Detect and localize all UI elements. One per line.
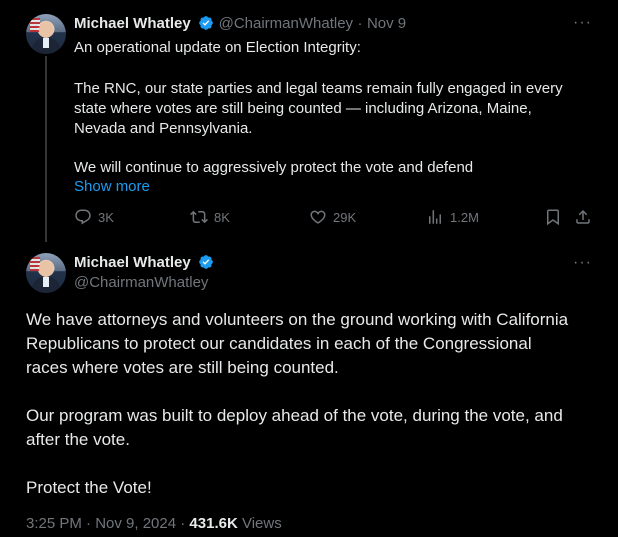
avatar[interactable] xyxy=(26,253,66,293)
share-button[interactable] xyxy=(574,208,598,226)
author-handle[interactable]: @ChairmanWhatley xyxy=(74,274,208,291)
repost-icon xyxy=(190,210,208,224)
views-label: Views xyxy=(237,515,282,532)
reply-count: 3K xyxy=(98,209,114,225)
share-icon xyxy=(576,209,590,224)
more-options-icon[interactable]: ··· xyxy=(573,254,592,272)
tweet-text-line: Republicans to protect our candidates in… xyxy=(26,334,532,353)
show-more-link[interactable]: Show more xyxy=(74,178,150,195)
tweet-text-line: We will continue to aggressively protect… xyxy=(74,159,474,176)
more-options-icon[interactable]: ··· xyxy=(573,14,592,32)
author-handle[interactable]: @ChairmanWhatley xyxy=(219,15,353,32)
views-count: 1.2M xyxy=(450,209,479,225)
tweet-date[interactable]: Nov 9 xyxy=(367,15,406,32)
tweet-text-line: races where votes are still being counte… xyxy=(26,358,339,377)
verified-badge-icon xyxy=(199,255,213,269)
avatar[interactable] xyxy=(26,14,66,54)
tweet-header: Michael Whatley xyxy=(74,254,214,272)
tweet-text-line: after the vote. xyxy=(26,430,130,449)
reply-icon xyxy=(75,209,91,225)
tweet-text-line: state where votes are still being counte… xyxy=(74,100,532,117)
reply-button[interactable]: 3K xyxy=(74,208,114,226)
views-button[interactable]: 1.2M xyxy=(426,208,479,226)
separator: · xyxy=(357,15,363,32)
analytics-icon xyxy=(429,210,441,224)
verified-badge-icon xyxy=(199,16,213,30)
views-count: 431.6K xyxy=(189,515,238,532)
author-name[interactable]: Michael Whatley xyxy=(74,15,191,32)
like-count: 29K xyxy=(333,209,357,225)
tweet-text-line: Our program was built to deploy ahead of… xyxy=(26,406,563,425)
thread-line xyxy=(45,56,47,242)
tweet-text-line: An operational update on Election Integr… xyxy=(74,39,361,56)
repost-button[interactable]: 8K xyxy=(190,208,230,226)
tweet-text-line: We have attorneys and volunteers on the … xyxy=(26,310,569,329)
bookmark-icon xyxy=(547,209,559,226)
like-button[interactable]: 29K xyxy=(309,208,356,226)
tweet-header: Michael Whatley @ChairmanWhatley · Nov 9 xyxy=(74,15,406,33)
author-name[interactable]: Michael Whatley xyxy=(74,254,191,271)
tweet-text-line: Protect the Vote! xyxy=(26,478,152,497)
tweet-timestamp[interactable]: 3:25 PM · Nov 9, 2024 · xyxy=(26,515,189,532)
bookmark-button[interactable] xyxy=(544,208,568,226)
tweet-text-line: The RNC, our state parties and legal tea… xyxy=(74,80,563,97)
heart-icon xyxy=(310,210,326,224)
tweet-text-line: Nevada and Pennsylvania. xyxy=(74,120,253,137)
tweet-timestamp-row: 3:25 PM · Nov 9, 2024 · 431.6K Views xyxy=(26,515,282,532)
repost-count: 8K xyxy=(214,209,230,225)
